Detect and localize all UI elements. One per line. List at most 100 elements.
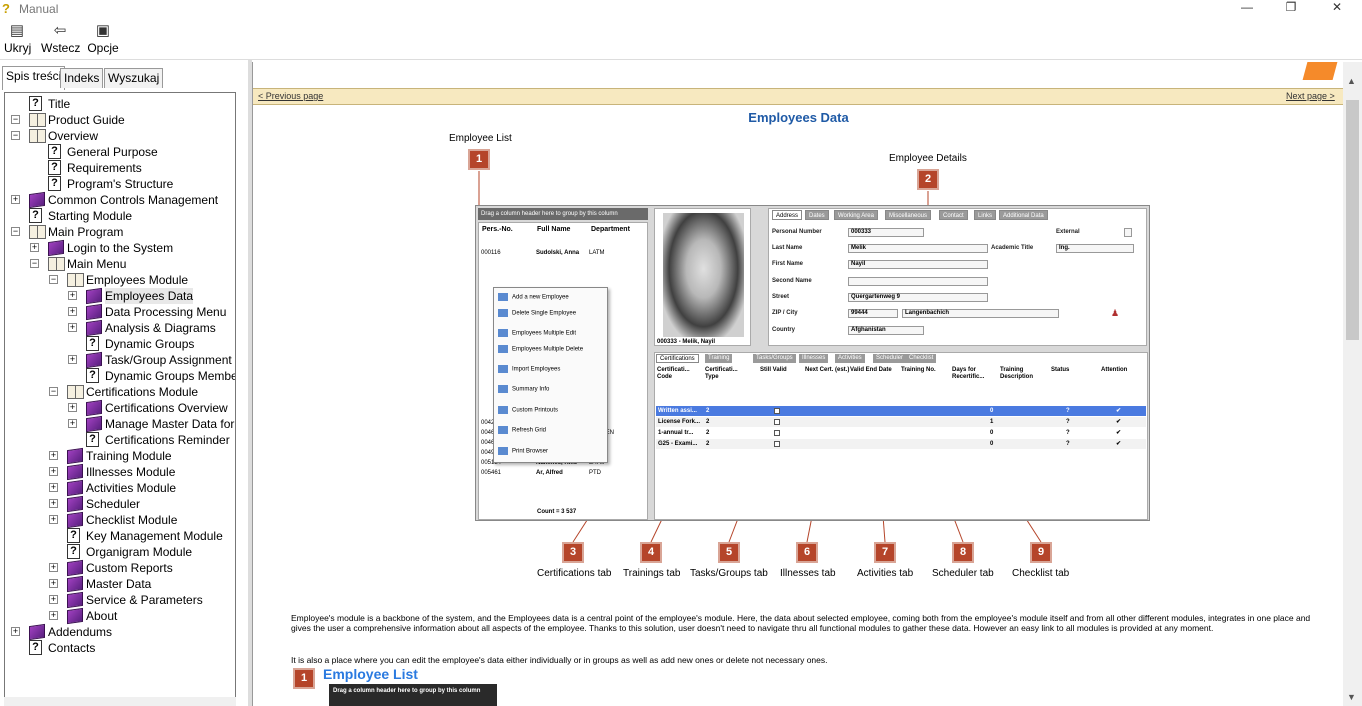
tree-item[interactable]: − Product Guide [5,112,235,128]
context-menu-item[interactable]: Employees Multiple Delete [498,345,583,353]
list-cell[interactable]: PTD [589,469,601,478]
tree-item[interactable]: + About [5,607,235,625]
grid-tab[interactable]: Activities [835,354,865,363]
detail-tab[interactable]: Dates [805,210,829,220]
collapse-icon[interactable]: − [11,131,20,140]
detail-tab[interactable]: Contact [939,210,968,220]
tab-index[interactable]: Indeks [60,68,104,88]
tree-item[interactable]: + Activities Module [5,479,235,497]
tree-item[interactable]: ? Certifications Reminder [5,432,235,448]
scroll-up-arrow-icon[interactable]: ▲ [1347,76,1356,86]
city-field[interactable]: Langenbachich [902,309,1059,318]
tree-item[interactable]: + Data Processing Menu [5,303,235,321]
expand-icon[interactable]: + [49,595,58,604]
grid-header[interactable]: Certificati... Code [657,367,703,381]
tree-item[interactable]: + Scheduler [5,495,235,513]
grid-tab[interactable]: Scheduler [873,354,907,363]
tree-item[interactable]: + Login to the System [5,239,235,257]
context-menu-item[interactable]: Add a new Employee [498,293,569,301]
close-button[interactable]: ✕ [1314,0,1360,20]
grid-header[interactable]: Attention [1101,367,1147,374]
grid-row[interactable]: Written assi... 2 0? ✔ [656,406,1146,416]
context-menu-item[interactable]: Employees Multiple Edit [498,329,576,337]
expand-icon[interactable]: + [11,627,20,636]
tree-item[interactable]: − Main Program [5,224,235,240]
tree-item[interactable]: ? Key Management Module [5,528,235,544]
tree-item[interactable]: + Illnesses Module [5,463,235,481]
tree-item[interactable]: − Certifications Module [5,384,235,400]
expand-icon[interactable]: + [68,323,77,332]
tree-item[interactable]: − Overview [5,128,235,144]
collapse-icon[interactable]: − [49,387,58,396]
tree-item[interactable]: + Employees Data [5,287,235,305]
tab-contents[interactable]: Spis treści [2,66,66,90]
tree-item[interactable]: ? Requirements [5,160,235,176]
grid-header[interactable]: Training Description [1000,367,1046,381]
expand-icon[interactable]: + [68,307,77,316]
tree-item[interactable]: + Addendums [5,623,235,641]
grid-header[interactable]: Valid End Date [850,367,896,374]
grid-tab[interactable]: Tasks/Groups [753,354,796,363]
detail-tab[interactable]: Links [974,210,997,220]
list-cell[interactable]: 005461 [481,469,501,478]
tree-item[interactable]: − Main Menu [5,256,235,272]
grid-row[interactable]: G25 - Exami... 2 0? ✔ [656,439,1146,449]
tree-item[interactable]: ? Dynamic Groups Members [5,368,235,384]
grid-header[interactable]: Still Valid [760,367,806,374]
tree-item[interactable]: ? Organigram Module [5,544,235,560]
tree-item[interactable]: + Master Data [5,575,235,593]
list-cell[interactable]: 000116 [481,249,501,258]
tree-item[interactable]: ? Program's Structure [5,176,235,192]
expand-icon[interactable]: + [49,467,58,476]
zip-field[interactable]: 99444 [848,309,898,318]
grid-header[interactable]: Training No. [901,367,947,374]
expand-icon[interactable]: + [49,483,58,492]
context-menu-item[interactable]: Import Employees [498,365,560,373]
list-cell[interactable]: LATM [589,249,605,258]
last-name-field[interactable]: Melik [848,244,988,253]
expand-icon[interactable]: + [68,403,77,412]
grid-row[interactable]: License Fork... 2 1? ✔ [656,417,1146,427]
tree-item[interactable]: + Common Controls Management [5,191,235,209]
grid-header[interactable]: Certificati... Type [705,367,751,381]
grid-row[interactable]: 1-annual tr... 2 0? ✔ [656,428,1146,438]
detail-tab[interactable]: Working Area [834,210,878,220]
collapse-icon[interactable]: − [30,259,39,268]
context-menu-item[interactable]: Print Browser [498,447,548,455]
tree-item[interactable]: ? Title [5,96,235,112]
tree-item[interactable]: ? General Purpose [5,144,235,160]
expand-icon[interactable]: + [49,451,58,460]
collapse-icon[interactable]: − [49,275,58,284]
still-valid-checkbox[interactable] [774,430,780,436]
tree-item[interactable]: + Analysis & Diagrams [5,319,235,337]
expand-icon[interactable]: + [49,579,58,588]
expand-icon[interactable]: + [30,243,39,252]
grid-header[interactable]: Next Cert. (est.) [805,367,851,374]
collapse-icon[interactable]: − [11,227,20,236]
list-cell[interactable]: Sudolski, Anna [536,249,579,258]
list-cell[interactable]: Ar, Alfred [536,469,563,478]
tree-horizontal-scrollbar[interactable] [4,697,236,706]
expand-icon[interactable]: + [68,355,77,364]
expand-icon[interactable]: + [49,563,58,572]
context-menu-item[interactable]: Custom Printouts [498,406,558,414]
still-valid-checkbox[interactable] [774,419,780,425]
tree-item[interactable]: + Task/Group Assignment [5,351,235,369]
still-valid-checkbox[interactable] [774,441,780,447]
grid-tab[interactable]: Illnesses [799,354,829,363]
personal-number-field[interactable]: 000333 [848,228,924,237]
tree-item[interactable]: ? Dynamic Groups [5,336,235,352]
tree-item[interactable]: − Employees Module [5,272,235,288]
back-button[interactable]: ⇦ Wstecz [41,22,80,55]
hide-button[interactable]: ▤ Ukryj [4,22,31,55]
scroll-down-arrow-icon[interactable]: ▼ [1347,692,1356,702]
grid-header[interactable]: Days for Recertific... [952,367,998,381]
collapse-icon[interactable]: − [11,115,20,124]
maximize-button[interactable]: ❐ [1268,0,1314,20]
external-checkbox[interactable] [1124,228,1132,237]
detail-tab[interactable]: Additional Data [999,210,1048,220]
grid-tab[interactable]: Checklist [906,354,937,363]
tree-item[interactable]: + Custom Reports [5,559,235,577]
street-field[interactable]: Quergartenweg 9 [848,293,988,302]
grid-tab[interactable]: Certifications [656,354,699,363]
